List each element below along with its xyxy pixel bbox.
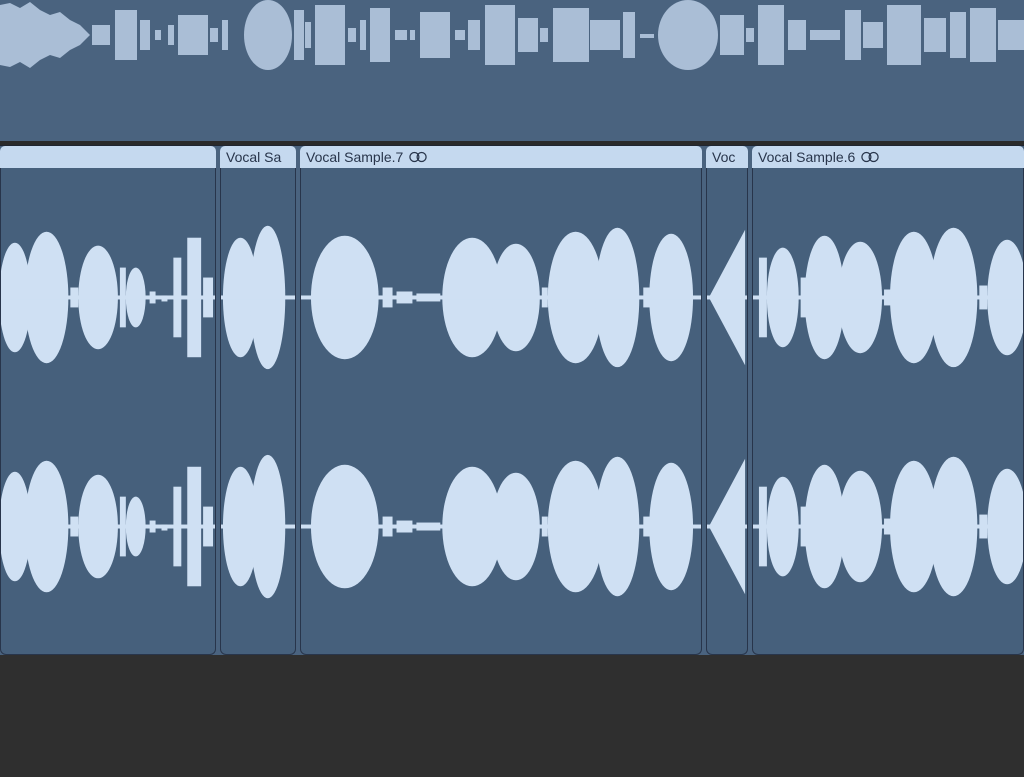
audio-region[interactable]: Vocal Sample.7 [300,146,702,655]
region-header[interactable]: Vocal Sa [220,146,296,168]
stereo-icon [409,151,427,163]
region-waveform [221,168,295,654]
region-body[interactable] [752,168,1024,655]
region-waveform [707,168,747,654]
region-body[interactable] [0,168,216,655]
region-header[interactable]: Voc [706,146,748,168]
region-header[interactable] [0,146,216,168]
region-body[interactable] [220,168,296,655]
region-body[interactable] [706,168,748,655]
region-body[interactable] [300,168,702,655]
region-waveform [301,168,701,654]
region-lane: Vocal Sa Vocal Sample.7 [0,145,1024,655]
region-label: Vocal Sample.7 [306,149,403,165]
region-label: Voc [712,149,735,165]
region-header[interactable]: Vocal Sample.7 [300,146,702,168]
arrange-area: Vocal Sa Vocal Sample.7 [0,0,1024,777]
overview-waveform [0,0,1024,141]
audio-region[interactable] [0,146,216,655]
overview-track[interactable] [0,0,1024,141]
audio-region[interactable]: Voc [706,146,748,655]
region-label: Vocal Sample.6 [758,149,855,165]
audio-region[interactable]: Vocal Sa [220,146,296,655]
audio-region[interactable]: Vocal Sample.6 [752,146,1024,655]
region-waveform [753,168,1023,654]
region-label: Vocal Sa [226,149,281,165]
region-waveform [1,168,215,654]
stereo-icon [861,151,879,163]
region-header[interactable]: Vocal Sample.6 [752,146,1024,168]
empty-area-below [0,655,1024,777]
